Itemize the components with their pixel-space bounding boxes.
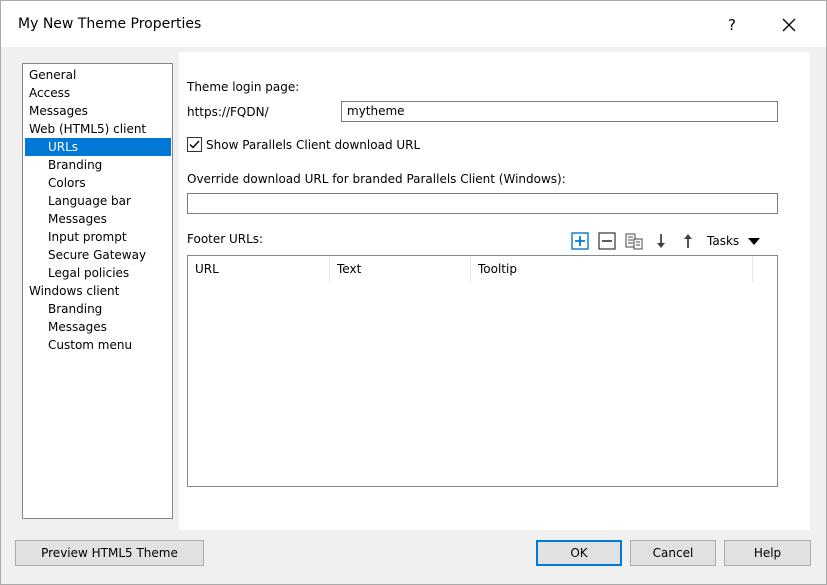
tree-item-web-language-bar[interactable]: Language bar [48,192,131,210]
show-download-checkbox[interactable] [187,137,202,152]
properties-button[interactable] [625,232,643,250]
column-header-text[interactable]: Text [330,256,471,282]
footer-urls-label: Footer URLs: [187,232,264,246]
show-download-label[interactable]: Show Parallels Client download URL [206,138,420,152]
tree-item-general[interactable]: General [29,66,76,84]
tree-item-web-secure-gateway[interactable]: Secure Gateway [48,246,146,264]
tree-item-web-client[interactable]: Web (HTML5) client [29,120,146,138]
category-tree[interactable]: General Access Messages Web (HTML5) clie… [22,63,173,519]
minus-icon [598,232,616,250]
properties-icon [625,233,643,250]
move-down-button[interactable] [652,232,670,250]
plus-icon [571,232,589,250]
arrow-down-icon [657,234,665,248]
tree-item-windows-client[interactable]: Windows client [29,282,119,300]
tree-item-win-branding[interactable]: Branding [48,300,102,318]
tree-item-web-urls[interactable]: URLs [25,138,171,156]
cancel-label: Cancel [652,546,694,560]
caret-down-icon [748,238,761,245]
title-bar: My New Theme Properties ? [1,1,826,47]
url-prefix-label: https://FQDN/ [187,105,269,119]
help-button[interactable]: Help [724,540,811,566]
ok-button[interactable]: OK [536,540,622,566]
arrow-up-icon [684,234,692,248]
tree-item-web-branding[interactable]: Branding [48,156,102,174]
help-label: Help [753,546,782,560]
login-page-label: Theme login page: [187,80,300,94]
close-icon [782,18,796,32]
tree-item-messages[interactable]: Messages [29,102,88,120]
tree-item-win-messages[interactable]: Messages [48,318,107,336]
tree-item-win-custom-menu[interactable]: Custom menu [48,336,132,354]
override-url-input[interactable] [187,193,778,214]
dialog-title: My New Theme Properties [18,16,202,32]
tree-item-web-colors[interactable]: Colors [48,174,86,192]
column-header-url[interactable]: URL [188,256,330,282]
preview-theme-button[interactable]: Preview HTML5 Theme [15,540,204,566]
tasks-menu[interactable]: Tasks [707,232,761,250]
tree-item-access[interactable]: Access [29,84,70,102]
theme-path-input[interactable]: mytheme [341,101,778,122]
ok-label: OK [570,546,588,560]
tree-item-web-legal-policies[interactable]: Legal policies [48,264,129,282]
add-url-button[interactable] [571,232,589,250]
cancel-button[interactable]: Cancel [630,540,716,566]
override-url-label: Override download URL for branded Parall… [187,172,566,186]
tasks-label: Tasks [707,234,740,248]
tree-item-web-messages[interactable]: Messages [48,210,107,228]
footer-urls-grid[interactable]: URL Text Tooltip [187,255,778,487]
title-help-button[interactable]: ? [709,7,755,43]
tree-item-web-input-prompt[interactable]: Input prompt [48,228,127,246]
move-up-button[interactable] [679,232,697,250]
preview-theme-label: Preview HTML5 Theme [41,546,178,560]
check-icon [189,140,200,149]
column-header-tooltip[interactable]: Tooltip [471,256,753,282]
question-icon: ? [728,16,736,34]
remove-url-button[interactable] [598,232,616,250]
close-button[interactable] [765,7,813,43]
